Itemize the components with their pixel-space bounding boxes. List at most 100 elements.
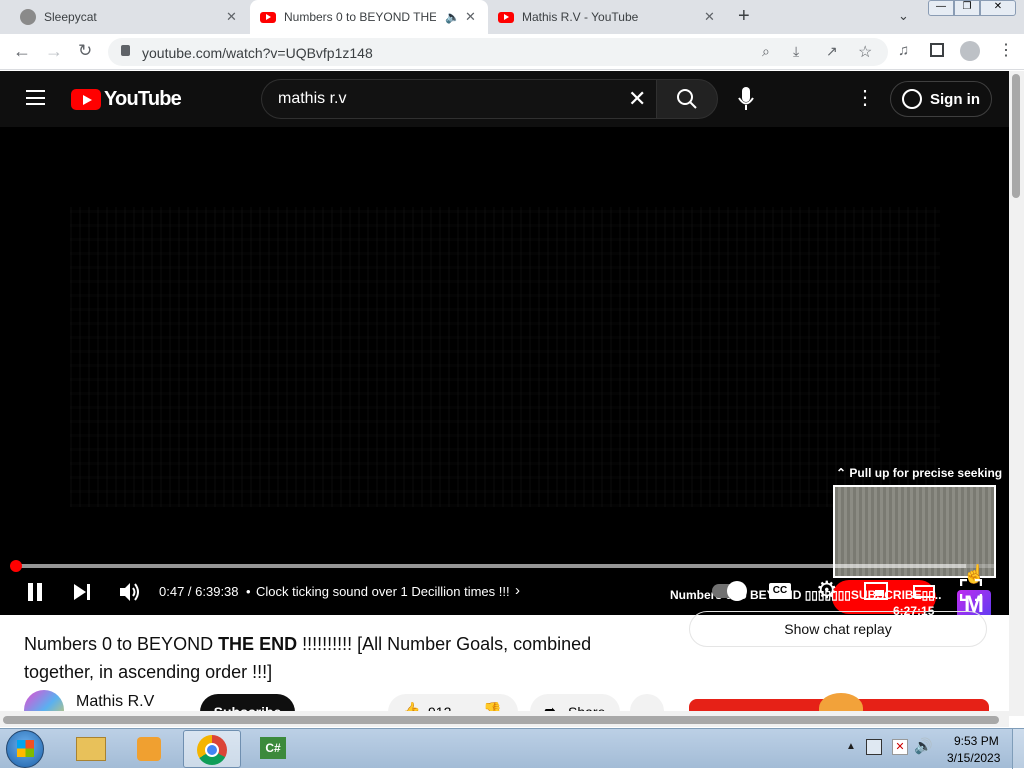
settings-dots-icon[interactable]: ⋮ — [855, 85, 875, 110]
address-bar[interactable]: youtube.com/watch?v=UQBvfp1z148 — [108, 38, 888, 66]
horizontal-scrollbar[interactable] — [0, 711, 1009, 727]
chevron-right-icon[interactable]: › — [515, 582, 520, 599]
close-window-icon[interactable]: ✕ — [980, 0, 1016, 16]
search-box[interactable]: mathis r.v ✕ — [261, 79, 656, 119]
title-part: Numbers 0 to BEYOND — [24, 634, 219, 654]
menu-dots-icon[interactable]: ⋮ — [998, 40, 1014, 60]
install-icon[interactable]: ⤓ — [793, 43, 799, 60]
chapter-title[interactable]: Clock ticking sound over 1 Decillion tim… — [256, 584, 510, 599]
media-control-icon[interactable]: ♫ — [898, 42, 909, 59]
video-title: Numbers 0 to BEYOND THE END !!!!!!!!!! [… — [24, 630, 664, 686]
sign-in-button[interactable]: Sign in — [890, 81, 992, 117]
hamburger-menu-icon[interactable] — [26, 90, 45, 105]
tab-sleepycat[interactable]: Sleepycat ✕ — [8, 0, 248, 34]
back-icon[interactable]: ← — [13, 41, 31, 62]
minimize-icon[interactable]: — — [928, 0, 954, 16]
logo-text: YouTube — [104, 88, 182, 110]
pause-button[interactable] — [26, 583, 44, 601]
close-icon[interactable]: ✕ — [704, 9, 715, 25]
clear-search-icon[interactable]: ✕ — [628, 86, 646, 112]
progress-bar[interactable] — [9, 560, 996, 572]
sign-in-label: Sign in — [930, 90, 980, 108]
tab-mathis[interactable]: Mathis R.V - YouTube ✕ — [490, 0, 728, 34]
scroll-thumb[interactable] — [1012, 74, 1020, 198]
explorer-taskbar-button[interactable] — [64, 731, 118, 767]
vertical-scrollbar[interactable] — [1009, 71, 1024, 716]
cat-icon — [20, 9, 36, 25]
close-icon[interactable]: ✕ — [226, 9, 237, 25]
show-chat-replay-button[interactable]: Show chat replay — [689, 611, 987, 647]
search-input[interactable]: mathis r.v — [278, 90, 346, 108]
speaker-icon[interactable]: 🔈 — [445, 10, 460, 24]
fullscreen-icon[interactable] — [960, 579, 982, 601]
title-line2: together, in ascending order !!!] — [24, 662, 273, 682]
autoplay-toggle[interactable] — [712, 581, 747, 601]
forward-icon[interactable]: → — [45, 41, 63, 62]
share-icon[interactable]: ↗ — [826, 43, 838, 60]
profile-icon[interactable] — [960, 41, 980, 61]
gear-icon[interactable]: ⚙ — [816, 576, 838, 605]
close-icon[interactable]: ✕ — [465, 9, 476, 25]
video-player[interactable]: ⌃ Pull up for precise seeking Numbers 0 … — [0, 127, 1009, 615]
csharp-taskbar-button[interactable]: C# — [246, 731, 300, 767]
scroll-thumb[interactable] — [3, 716, 999, 724]
chrome-icon — [197, 735, 227, 765]
microphone-icon[interactable] — [738, 87, 754, 111]
tab-title: Sleepycat — [44, 10, 97, 24]
youtube-icon — [498, 11, 514, 23]
account-icon — [902, 89, 922, 109]
tab-title: Numbers 0 to BEYOND THE — [284, 10, 436, 24]
youtube-header: YouTube mathis r.v ✕ ⋮ Sign in — [0, 71, 1009, 127]
lock-icon — [121, 45, 130, 56]
windows-logo-icon — [17, 740, 34, 757]
volume-icon[interactable] — [119, 582, 141, 602]
window-controls: — ❐ ✕ — [928, 0, 1018, 18]
side-panel-icon[interactable] — [930, 43, 944, 57]
theater-mode-icon[interactable] — [913, 585, 935, 598]
youtube-logo[interactable]: YouTube — [71, 88, 182, 111]
tab-strip: Sleepycat ✕ Numbers 0 to BEYOND THE 🔈 ✕ … — [0, 0, 1024, 34]
channel-name[interactable]: Mathis R.V — [76, 693, 154, 711]
url-text[interactable]: youtube.com/watch?v=UQBvfp1z148 — [142, 45, 373, 61]
title-bold: THE END — [218, 634, 298, 654]
search-button[interactable] — [656, 79, 718, 119]
clock-date[interactable]: 3/15/2023 — [947, 751, 1000, 765]
chevron-down-icon[interactable]: ⌄ — [898, 8, 909, 24]
folder-icon — [76, 737, 106, 761]
show-hidden-icons-icon[interactable]: ▲ — [846, 741, 856, 752]
start-button[interactable] — [6, 730, 44, 768]
maximize-icon[interactable]: ❐ — [954, 0, 980, 16]
browser-toolbar: ← → ↻ youtube.com/watch?v=UQBvfp1z148 ⌕ … — [0, 34, 1024, 70]
volume-tray-icon[interactable]: 🔊 — [914, 737, 933, 755]
chapter-bullet: • — [246, 584, 251, 599]
cc-icon: CC — [772, 585, 788, 596]
tab-title: Mathis R.V - YouTube — [522, 10, 639, 24]
chat-replay-label: Show chat replay — [784, 621, 892, 637]
new-tab-icon[interactable]: + — [738, 5, 750, 28]
show-desktop-button[interactable] — [1012, 729, 1024, 769]
chrome-taskbar-button[interactable] — [183, 730, 241, 768]
page-viewport: YouTube mathis r.v ✕ ⋮ Sign in ⌃ Pull up… — [0, 71, 1009, 716]
clock-time[interactable]: 9:53 PM — [954, 734, 999, 748]
bookmark-star-icon[interactable]: ☆ — [858, 42, 872, 62]
windows-taskbar: C# ▲ ✕ 🔊 9:53 PM 3/15/2023 — [0, 728, 1024, 769]
media-player-icon — [137, 737, 161, 761]
search-icon — [677, 89, 697, 109]
miniplayer-icon[interactable] — [864, 582, 888, 600]
next-icon[interactable] — [73, 583, 91, 601]
captions-button[interactable]: CC — [769, 583, 791, 599]
youtube-play-icon — [71, 89, 101, 110]
media-player-taskbar-button[interactable] — [123, 731, 177, 767]
youtube-icon — [260, 11, 276, 23]
pause-icon — [28, 583, 33, 601]
action-center-icon[interactable]: ✕ — [892, 739, 908, 755]
network-icon[interactable] — [866, 739, 882, 755]
progress-hover — [12, 564, 967, 568]
zoom-icon[interactable]: ⌕ — [762, 43, 770, 60]
tab-numbers[interactable]: Numbers 0 to BEYOND THE 🔈 ✕ — [250, 0, 488, 34]
player-controls: ☝ 0:47 / 6:39:38 • Clock ticking sound o… — [0, 127, 1009, 615]
reload-icon[interactable]: ↻ — [78, 41, 92, 61]
time-display: 0:47 / 6:39:38 — [159, 584, 239, 599]
scrubber-handle[interactable] — [9, 560, 22, 572]
title-part: !!!!!!!!!! [All Number Goals, combined — [297, 634, 592, 654]
